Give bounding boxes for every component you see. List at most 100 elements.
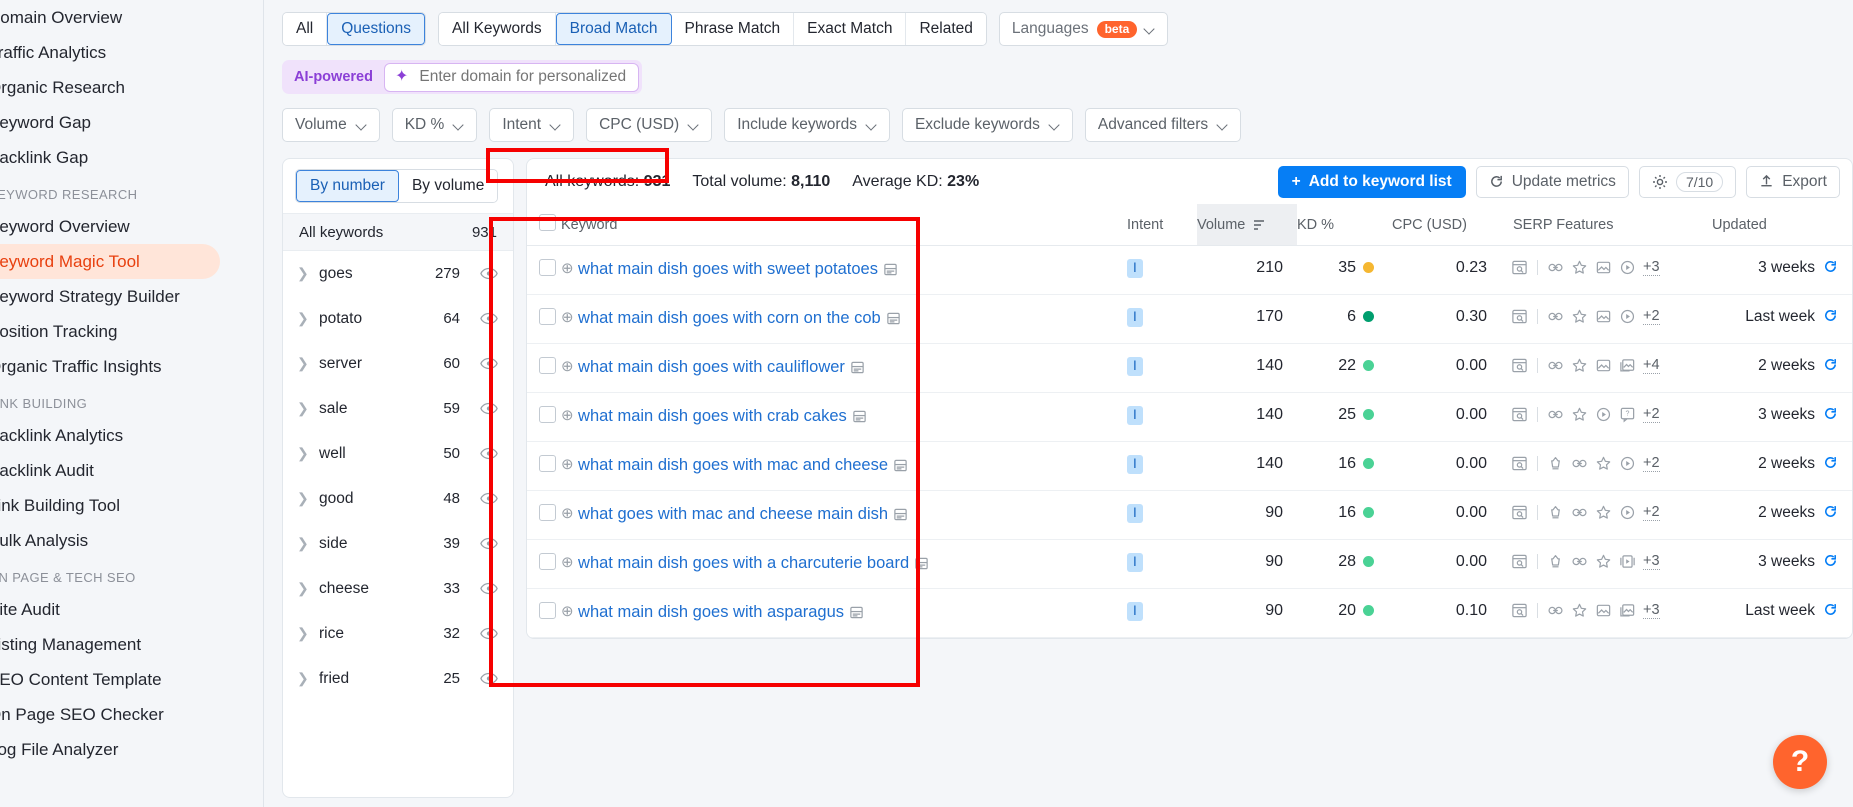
video-icon[interactable] <box>1619 504 1636 521</box>
group-row[interactable]: ❯ sale 59 <box>283 386 513 431</box>
all-keywords-row[interactable]: All keywords 931 <box>283 213 513 251</box>
updated-refresh-button[interactable] <box>1823 357 1838 374</box>
serp-snippet-icon[interactable] <box>849 605 864 620</box>
update-metrics-button[interactable]: Update metrics <box>1475 165 1629 198</box>
add-keyword-icon[interactable]: ⊕ <box>561 259 574 277</box>
row-refresh-icon[interactable] <box>1823 602 1838 617</box>
serp-snippet-icon[interactable] <box>883 262 898 277</box>
cpc-header[interactable]: CPC (USD) <box>1392 204 1497 246</box>
sidebar-item-keyword-gap[interactable]: Keyword Gap <box>0 105 263 140</box>
intent-badge[interactable]: I <box>1127 553 1143 572</box>
eye-icon[interactable] <box>480 447 499 460</box>
eye-icon[interactable] <box>480 537 499 550</box>
sitelinks-icon[interactable] <box>1571 455 1588 472</box>
keyword-link[interactable]: what main dish goes with cauliflower <box>578 358 845 376</box>
row-checkbox[interactable] <box>539 455 556 472</box>
reviews-star-icon[interactable] <box>1595 455 1612 472</box>
group-row[interactable]: ❯ server 60 <box>283 341 513 386</box>
serp-features-header[interactable]: SERP Features <box>1497 204 1712 246</box>
sidebar-item-traffic-analytics[interactable]: Traffic Analytics <box>0 35 263 70</box>
volume-header[interactable]: Volume <box>1197 204 1297 246</box>
tab-questions[interactable]: Questions <box>327 13 426 45</box>
filter-advanced-filters[interactable]: Advanced filters <box>1084 108 1242 142</box>
sitelinks-icon[interactable] <box>1547 406 1564 423</box>
serp-snippet-icon[interactable] <box>886 311 901 326</box>
serp-more-count[interactable]: +2 <box>1643 308 1660 325</box>
eye-icon[interactable] <box>480 582 499 595</box>
tab-phrase-match[interactable]: Phrase Match <box>671 13 795 45</box>
serp-preview-icon[interactable] <box>1511 602 1528 619</box>
serp-more-count[interactable]: +4 <box>1643 357 1660 374</box>
updated-refresh-button[interactable] <box>1823 602 1838 619</box>
serp-more-count[interactable]: +2 <box>1643 406 1660 423</box>
updated-refresh-button[interactable] <box>1823 308 1838 325</box>
group-row[interactable]: ❯ fried 25 <box>283 656 513 701</box>
filter-exclude-keywords[interactable]: Exclude keywords <box>901 108 1073 142</box>
add-keyword-icon[interactable]: ⊕ <box>561 406 574 424</box>
image-carousel-icon[interactable] <box>1619 602 1636 619</box>
serp-preview-icon[interactable] <box>1511 357 1528 374</box>
filter-intent[interactable]: Intent <box>489 108 575 142</box>
add-keyword-icon[interactable]: ⊕ <box>561 504 574 522</box>
updated-refresh-button[interactable] <box>1823 259 1838 276</box>
intent-badge[interactable]: I <box>1127 259 1143 278</box>
tab-all-keywords[interactable]: All Keywords <box>439 13 556 45</box>
tab-related[interactable]: Related <box>906 13 986 45</box>
tab-all[interactable]: All <box>283 13 328 45</box>
sidebar-item-backlink-analytics[interactable]: Backlink Analytics <box>0 418 263 453</box>
reviews-star-icon[interactable] <box>1571 357 1588 374</box>
eye-icon[interactable] <box>480 267 499 280</box>
sidebar-item-domain-overview[interactable]: Domain Overview <box>0 0 263 35</box>
group-row[interactable]: ❯ side 39 <box>283 521 513 566</box>
updated-refresh-button[interactable] <box>1823 406 1838 423</box>
group-row[interactable]: ❯ well 50 <box>283 431 513 476</box>
group-row[interactable]: ❯ good 48 <box>283 476 513 521</box>
intent-badge[interactable]: I <box>1127 602 1143 621</box>
eye-icon[interactable] <box>480 627 499 640</box>
sort-by-number[interactable]: By number <box>296 170 399 202</box>
reviews-star-icon[interactable] <box>1571 259 1588 276</box>
sidebar-item-position-tracking[interactable]: Position Tracking <box>0 314 263 349</box>
intent-badge[interactable]: I <box>1127 406 1143 425</box>
group-row[interactable]: ❯ rice 32 <box>283 611 513 656</box>
row-refresh-icon[interactable] <box>1823 308 1838 323</box>
reviews-star-icon[interactable] <box>1571 602 1588 619</box>
group-sort-segment[interactable]: By number By volume <box>295 169 499 203</box>
sidebar-item-seo-content-template[interactable]: SEO Content Template <box>0 662 263 697</box>
sort-by-volume[interactable]: By volume <box>398 170 498 202</box>
add-keyword-icon[interactable]: ⊕ <box>561 602 574 620</box>
image-pack-icon[interactable] <box>1595 259 1612 276</box>
reviews-star-icon[interactable] <box>1595 553 1612 570</box>
serp-preview-icon[interactable] <box>1511 259 1528 276</box>
sidebar-item-bulk-analysis[interactable]: Bulk Analysis <box>0 523 263 558</box>
serp-preview-icon[interactable] <box>1511 504 1528 521</box>
sidebar-item-keyword-overview[interactable]: Keyword Overview <box>0 209 263 244</box>
keyword-link[interactable]: what main dish goes with a charcuterie b… <box>578 554 909 572</box>
row-refresh-icon[interactable] <box>1823 504 1838 519</box>
serp-snippet-icon[interactable] <box>852 409 867 424</box>
intent-badge[interactable]: I <box>1127 504 1143 523</box>
question-filter-segment[interactable]: All Questions <box>282 12 427 46</box>
intent-badge[interactable]: I <box>1127 308 1143 327</box>
row-checkbox[interactable] <box>539 357 556 374</box>
sitelinks-icon[interactable] <box>1571 553 1588 570</box>
updated-header[interactable]: Updated <box>1712 204 1852 246</box>
keyword-link[interactable]: what main dish goes with crab cakes <box>578 407 847 425</box>
keyword-link[interactable]: what main dish goes with asparagus <box>578 603 844 621</box>
sidebar-item-log-file-analyzer[interactable]: Log File Analyzer <box>0 732 263 767</box>
serp-more-count[interactable]: +3 <box>1643 602 1660 619</box>
select-all-checkbox[interactable] <box>539 214 556 231</box>
serp-preview-icon[interactable] <box>1511 406 1528 423</box>
keyword-link[interactable]: what goes with mac and cheese main dish <box>578 505 888 523</box>
keyword-link[interactable]: what main dish goes with sweet potatoes <box>578 260 878 278</box>
table-row[interactable]: ⊕ what main dish goes with sweet potatoe… <box>527 245 1852 295</box>
eye-icon[interactable] <box>480 672 499 685</box>
table-row[interactable]: ⊕ what main dish goes with a charcuterie… <box>527 539 1852 589</box>
featured-snippet-icon[interactable] <box>1547 504 1564 521</box>
add-keyword-icon[interactable]: ⊕ <box>561 553 574 571</box>
group-row[interactable]: ❯ cheese 33 <box>283 566 513 611</box>
video-icon[interactable] <box>1619 308 1636 325</box>
video-icon[interactable] <box>1595 406 1612 423</box>
image-pack-icon[interactable] <box>1595 602 1612 619</box>
sitelinks-icon[interactable] <box>1547 357 1564 374</box>
